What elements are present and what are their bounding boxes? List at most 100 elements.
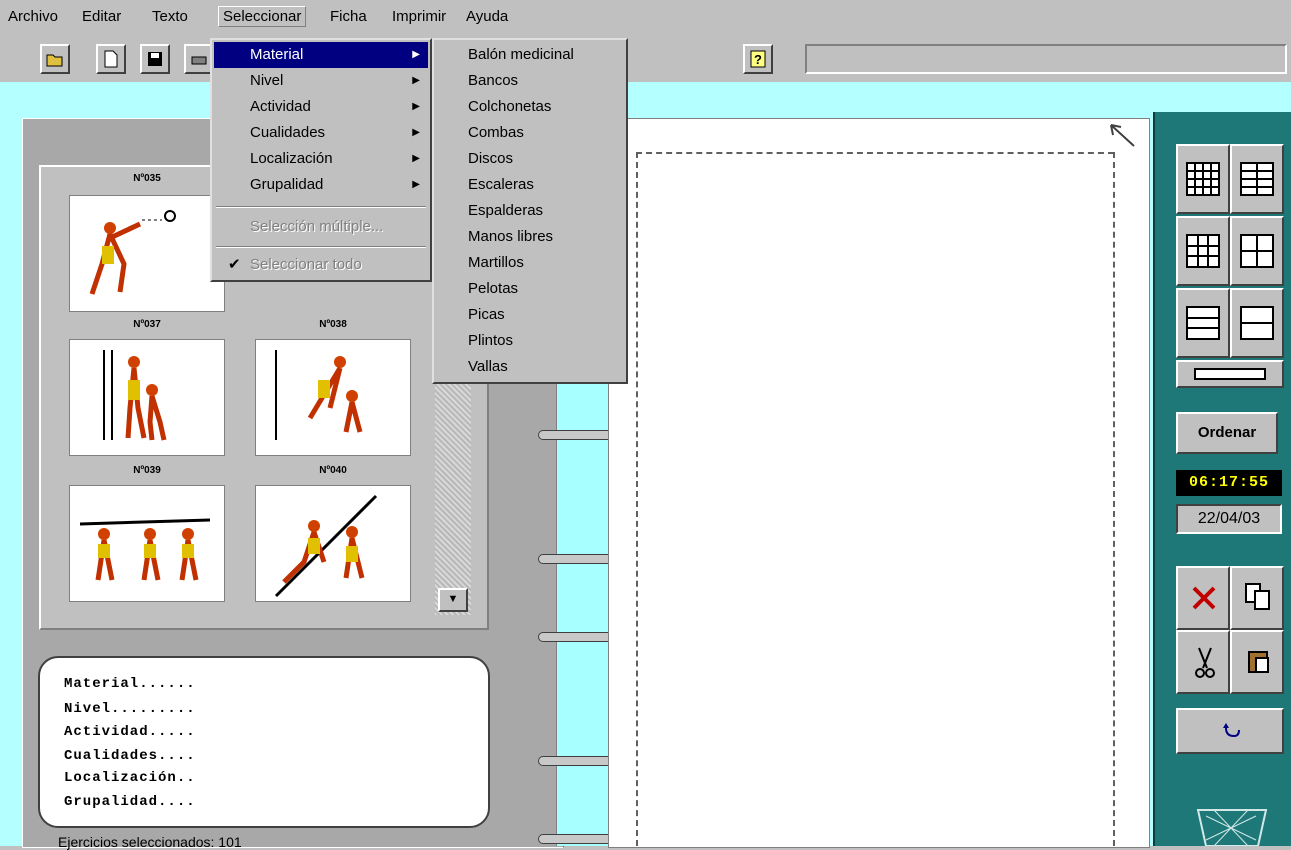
sheet-margin-line <box>1113 152 1115 846</box>
new-document-icon <box>104 50 118 68</box>
clock-display: 06:17:55 <box>1176 470 1282 496</box>
new-button[interactable] <box>96 44 126 74</box>
material-discos[interactable]: Discos <box>468 146 513 172</box>
menu-editar[interactable]: Editar <box>82 8 121 25</box>
submenu-arrow-icon: ▶ <box>412 101 420 112</box>
exercise-figure-icon <box>89 210 176 295</box>
layout-grid-2x2-button[interactable] <box>1230 216 1284 286</box>
paste-button[interactable] <box>1230 630 1284 694</box>
menu-separator <box>216 206 426 208</box>
print-button[interactable] <box>184 44 212 74</box>
thumbnail-label: Nº039 <box>133 465 161 476</box>
rows-icon <box>1240 306 1274 340</box>
selected-count-text: Ejercicios seleccionados: 101 <box>58 834 242 850</box>
menu-texto[interactable]: Texto <box>152 8 188 25</box>
menu-item-material[interactable]: Material ▶ <box>214 42 428 68</box>
thumbnail-label: Nº038 <box>319 319 347 330</box>
material-plintos[interactable]: Plintos <box>468 328 513 354</box>
menu-item-localizacion[interactable]: Localización ▶ <box>214 146 428 172</box>
menu-ayuda[interactable]: Ayuda <box>466 8 508 25</box>
open-button[interactable] <box>40 44 70 74</box>
info-localizacion: Localización.. <box>64 770 196 786</box>
menu-archivo[interactable]: Archivo <box>8 8 58 25</box>
exercise-thumbnail-037[interactable] <box>69 339 225 456</box>
submenu-arrow-icon: ▶ <box>412 49 420 60</box>
save-button[interactable] <box>140 44 170 74</box>
menu-item-label: Material <box>250 46 304 63</box>
exercise-thumbnail-039[interactable] <box>69 485 225 602</box>
layout-rows-2-button[interactable] <box>1230 288 1284 358</box>
toolbar: ? <box>0 34 1291 82</box>
grid-icon <box>1186 162 1220 196</box>
menu-item-label: Localización <box>250 150 333 167</box>
arrow-down-icon: ▼ <box>447 593 459 605</box>
material-bancos[interactable]: Bancos <box>468 68 518 94</box>
material-combas[interactable]: Combas <box>468 120 524 146</box>
menu-item-label: Selección múltiple... <box>250 218 384 235</box>
exercise-thumbnail-035[interactable] <box>69 195 225 312</box>
material-balon-medicinal[interactable]: Balón medicinal <box>468 42 574 68</box>
submenu-arrow-icon: ▶ <box>412 127 420 138</box>
menu-separator <box>216 246 426 248</box>
menu-item-actividad[interactable]: Actividad ▶ <box>214 94 428 120</box>
delete-button[interactable] <box>1176 566 1230 630</box>
grid-icon <box>1240 162 1274 196</box>
layout-grid-4x4-button[interactable] <box>1176 144 1230 214</box>
menu-item-grupalidad[interactable]: Grupalidad ▶ <box>214 172 428 198</box>
cut-button[interactable] <box>1176 630 1230 694</box>
trash-basket-icon[interactable] <box>1196 806 1268 846</box>
menu-item-label: Grupalidad <box>250 176 324 193</box>
seleccionar-menu: Material ▶ Nivel ▶ Actividad ▶ Cualidade… <box>210 38 432 282</box>
menu-ficha[interactable]: Ficha <box>330 8 367 25</box>
help-button[interactable]: ? <box>743 44 773 74</box>
submenu-arrow-icon: ▶ <box>412 179 420 190</box>
menu-imprimir[interactable]: Imprimir <box>392 8 446 25</box>
exercise-thumbnail-038[interactable] <box>255 339 411 456</box>
material-manos-libres[interactable]: Manos libres <box>468 224 553 250</box>
menu-item-label: Nivel <box>250 72 284 89</box>
exercise-thumbnail-040[interactable] <box>255 485 411 602</box>
menu-item-label: Cualidades <box>250 124 326 141</box>
sheet-margin-line <box>636 152 1114 154</box>
check-icon: ✔ <box>228 256 241 273</box>
menu-item-cualidades[interactable]: Cualidades ▶ <box>214 120 428 146</box>
exercise-figure-icon <box>79 518 211 581</box>
thumbnail-label: Nº040 <box>319 465 347 476</box>
layout-grid-2x4-button[interactable] <box>1230 144 1284 214</box>
submenu-arrow-icon: ▶ <box>412 75 420 86</box>
material-picas[interactable]: Picas <box>468 302 505 328</box>
svg-text:?: ? <box>754 52 762 67</box>
ordenar-button[interactable]: Ordenar <box>1176 412 1278 454</box>
copy-button[interactable] <box>1230 566 1284 630</box>
thumbnail-label: Nº037 <box>133 319 161 330</box>
layout-single-button[interactable] <box>1176 360 1284 388</box>
page-corner-icon[interactable] <box>1108 122 1138 150</box>
thumbnail-label: Nº035 <box>133 173 161 184</box>
exercise-sheet[interactable] <box>608 118 1150 848</box>
toolbar-status-field <box>805 44 1287 74</box>
info-grupalidad: Grupalidad.... <box>64 794 196 810</box>
single-row-icon <box>1194 368 1266 380</box>
paste-clipboard-icon <box>1248 651 1269 673</box>
menu-item-select-all[interactable]: ✔ Seleccionar todo <box>214 252 428 278</box>
material-escaleras[interactable]: Escaleras <box>468 172 534 198</box>
material-pelotas[interactable]: Pelotas <box>468 276 518 302</box>
menu-item-nivel[interactable]: Nivel ▶ <box>214 68 428 94</box>
undo-button[interactable] <box>1176 708 1284 754</box>
layout-grid-3x3-button[interactable] <box>1176 216 1230 286</box>
material-espalderas[interactable]: Espalderas <box>468 198 543 224</box>
exercise-figure-icon <box>275 350 363 440</box>
material-vallas[interactable]: Vallas <box>468 354 508 380</box>
scroll-down-button[interactable]: ▼ <box>438 588 468 612</box>
exercise-figure-icon <box>274 494 378 598</box>
info-actividad: Actividad..... <box>64 724 196 740</box>
delete-x-icon <box>1192 586 1216 610</box>
material-colchonetas[interactable]: Colchonetas <box>468 94 551 120</box>
material-submenu: Balón medicinal Bancos Colchonetas Comba… <box>432 38 628 384</box>
layout-rows-3-button[interactable] <box>1176 288 1230 358</box>
menu-item-label: Actividad <box>250 98 311 115</box>
menu-bar: Archivo Editar Texto Seleccionar Ficha I… <box>0 0 1291 34</box>
menu-item-multi-select[interactable]: Selección múltiple... <box>214 214 428 240</box>
material-martillos[interactable]: Martillos <box>468 250 524 276</box>
menu-seleccionar[interactable]: Seleccionar <box>218 6 307 27</box>
